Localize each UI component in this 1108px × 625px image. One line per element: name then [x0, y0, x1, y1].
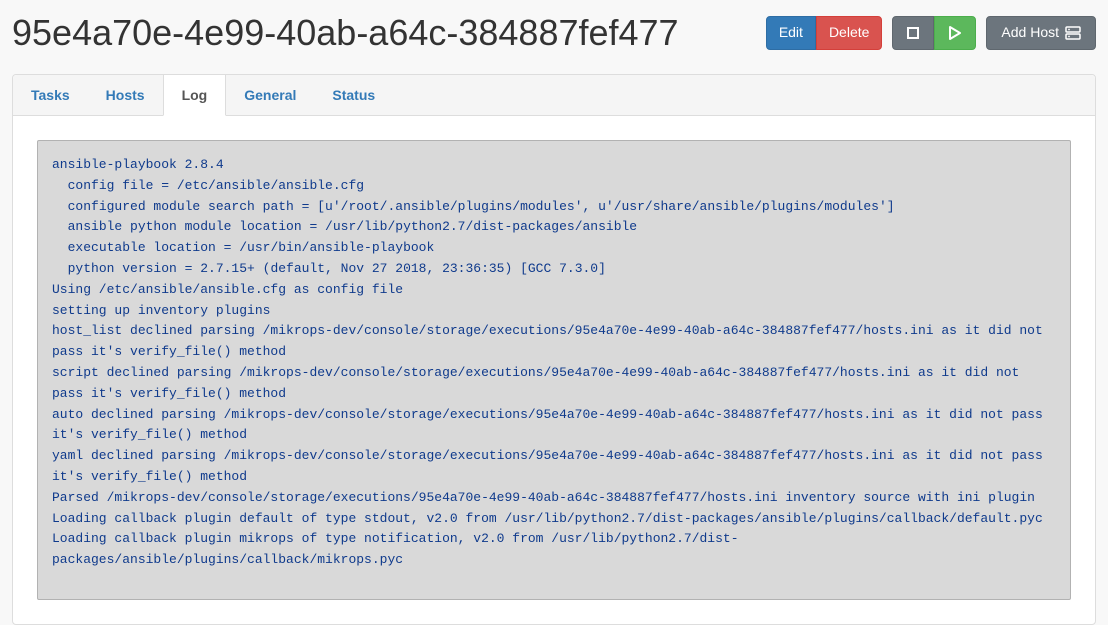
play-button[interactable] [934, 16, 976, 50]
add-host-label: Add Host [1001, 23, 1059, 43]
stop-button[interactable] [892, 16, 934, 50]
tab-tasks[interactable]: Tasks [13, 75, 88, 115]
tab-status[interactable]: Status [314, 75, 393, 115]
tab-bar: TasksHostsLogGeneralStatus [13, 75, 1095, 116]
add-host-button[interactable]: Add Host [986, 16, 1096, 50]
header-actions: Edit Delete Add Host [766, 16, 1096, 50]
delete-button[interactable]: Delete [816, 16, 882, 50]
tab-general[interactable]: General [226, 75, 314, 115]
edit-delete-group: Edit Delete [766, 16, 883, 50]
tab-content: ansible-playbook 2.8.4 config file = /et… [13, 116, 1095, 624]
stop-icon [907, 27, 919, 39]
tab-hosts[interactable]: Hosts [88, 75, 163, 115]
main-panel: TasksHostsLogGeneralStatus ansible-playb… [12, 74, 1096, 625]
tab-log[interactable]: Log [163, 75, 227, 116]
edit-button[interactable]: Edit [766, 16, 816, 50]
run-controls-group [892, 16, 976, 50]
page-header: 95e4a70e-4e99-40ab-a64c-384887fef477 Edi… [0, 0, 1108, 74]
server-icon [1065, 26, 1081, 40]
log-output: ansible-playbook 2.8.4 config file = /et… [37, 140, 1071, 600]
play-icon [949, 26, 961, 40]
page-title: 95e4a70e-4e99-40ab-a64c-384887fef477 [12, 12, 679, 54]
